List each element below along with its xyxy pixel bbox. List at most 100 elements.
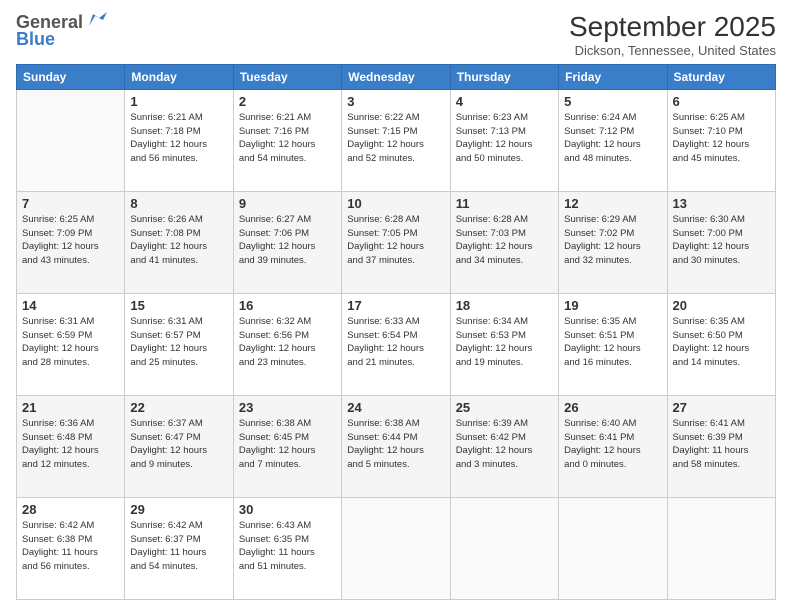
- day-number: 28: [22, 502, 119, 517]
- col-monday: Monday: [125, 64, 233, 89]
- day-info: Sunrise: 6:23 AMSunset: 7:13 PMDaylight:…: [456, 111, 553, 166]
- table-row: 18 Sunrise: 6:34 AMSunset: 6:53 PMDayligh…: [450, 293, 558, 395]
- calendar-week-row: 28 Sunrise: 6:42 AMSunset: 6:38 PMDayligh…: [17, 497, 776, 599]
- table-row: 20Sunrise: 6:35 AMSunset: 6:50 PMDayligh…: [667, 293, 775, 395]
- day-number: 27: [673, 400, 770, 415]
- day-number: 18: [456, 298, 553, 313]
- calendar-week-row: 7Sunrise: 6:25 AMSunset: 7:09 PMDaylight…: [17, 191, 776, 293]
- table-row: 12 Sunrise: 6:29 AMSunset: 7:02 PMDayligh…: [559, 191, 667, 293]
- day-info: Sunrise: 6:37 AMSunset: 6:47 PMDaylight:…: [130, 417, 227, 472]
- table-row: 27 Sunrise: 6:41 AMSunset: 6:39 PMDayligh…: [667, 395, 775, 497]
- day-number: 21: [22, 400, 119, 415]
- day-number: 4: [456, 94, 553, 109]
- table-row: [559, 497, 667, 599]
- day-number: 29: [130, 502, 227, 517]
- table-row: 16 Sunrise: 6:32 AMSunset: 6:56 PMDayligh…: [233, 293, 341, 395]
- day-info: Sunrise: 6:29 AMSunset: 7:02 PMDaylight:…: [564, 213, 661, 268]
- day-number: 1: [130, 94, 227, 109]
- table-row: 14 Sunrise: 6:31 AMSunset: 6:59 PMDayligh…: [17, 293, 125, 395]
- table-row: 13 Sunrise: 6:30 AMSunset: 7:00 PMDayligh…: [667, 191, 775, 293]
- day-info: Sunrise: 6:34 AMSunset: 6:53 PMDaylight:…: [456, 315, 553, 370]
- day-number: 11: [456, 196, 553, 211]
- day-info: Sunrise: 6:28 AMSunset: 7:05 PMDaylight:…: [347, 213, 444, 268]
- table-row: 8 Sunrise: 6:26 AMSunset: 7:08 PMDaylight…: [125, 191, 233, 293]
- day-info: Sunrise: 6:22 AMSunset: 7:15 PMDaylight:…: [347, 111, 444, 166]
- table-row: 29 Sunrise: 6:42 AMSunset: 6:37 PMDayligh…: [125, 497, 233, 599]
- day-info: Sunrise: 6:26 AMSunset: 7:08 PMDaylight:…: [130, 213, 227, 268]
- table-row: 23 Sunrise: 6:38 AMSunset: 6:45 PMDayligh…: [233, 395, 341, 497]
- table-row: 11 Sunrise: 6:28 AMSunset: 7:03 PMDayligh…: [450, 191, 558, 293]
- table-row: 26 Sunrise: 6:40 AMSunset: 6:41 PMDayligh…: [559, 395, 667, 497]
- col-sunday: Sunday: [17, 64, 125, 89]
- day-info: Sunrise: 6:40 AMSunset: 6:41 PMDaylight:…: [564, 417, 661, 472]
- col-tuesday: Tuesday: [233, 64, 341, 89]
- calendar-week-row: 14 Sunrise: 6:31 AMSunset: 6:59 PMDayligh…: [17, 293, 776, 395]
- day-number: 16: [239, 298, 336, 313]
- table-row: 19Sunrise: 6:35 AMSunset: 6:51 PMDayligh…: [559, 293, 667, 395]
- logo-bird-icon: [85, 12, 107, 30]
- table-row: 7Sunrise: 6:25 AMSunset: 7:09 PMDaylight…: [17, 191, 125, 293]
- day-number: 13: [673, 196, 770, 211]
- table-row: 17 Sunrise: 6:33 AMSunset: 6:54 PMDayligh…: [342, 293, 450, 395]
- table-row: [342, 497, 450, 599]
- day-number: 6: [673, 94, 770, 109]
- calendar-table: Sunday Monday Tuesday Wednesday Thursday…: [16, 64, 776, 600]
- location: Dickson, Tennessee, United States: [569, 43, 776, 58]
- table-row: 21 Sunrise: 6:36 AMSunset: 6:48 PMDayligh…: [17, 395, 125, 497]
- calendar-week-row: 1Sunrise: 6:21 AMSunset: 7:18 PMDaylight…: [17, 89, 776, 191]
- day-number: 5: [564, 94, 661, 109]
- col-thursday: Thursday: [450, 64, 558, 89]
- day-info: Sunrise: 6:39 AMSunset: 6:42 PMDaylight:…: [456, 417, 553, 472]
- day-number: 14: [22, 298, 119, 313]
- day-number: 26: [564, 400, 661, 415]
- calendar-week-row: 21 Sunrise: 6:36 AMSunset: 6:48 PMDayligh…: [17, 395, 776, 497]
- table-row: 1Sunrise: 6:21 AMSunset: 7:18 PMDaylight…: [125, 89, 233, 191]
- day-number: 12: [564, 196, 661, 211]
- day-info: Sunrise: 6:25 AMSunset: 7:09 PMDaylight:…: [22, 213, 119, 268]
- day-info: Sunrise: 6:31 AMSunset: 6:59 PMDaylight:…: [22, 315, 119, 370]
- day-number: 15: [130, 298, 227, 313]
- day-info: Sunrise: 6:38 AMSunset: 6:45 PMDaylight:…: [239, 417, 336, 472]
- col-wednesday: Wednesday: [342, 64, 450, 89]
- day-info: Sunrise: 6:41 AMSunset: 6:39 PMDaylight:…: [673, 417, 770, 472]
- logo-blue: Blue: [16, 29, 55, 50]
- day-number: 23: [239, 400, 336, 415]
- day-info: Sunrise: 6:33 AMSunset: 6:54 PMDaylight:…: [347, 315, 444, 370]
- col-saturday: Saturday: [667, 64, 775, 89]
- day-number: 17: [347, 298, 444, 313]
- calendar-header-row: Sunday Monday Tuesday Wednesday Thursday…: [17, 64, 776, 89]
- day-info: Sunrise: 6:24 AMSunset: 7:12 PMDaylight:…: [564, 111, 661, 166]
- day-number: 20: [673, 298, 770, 313]
- day-number: 19: [564, 298, 661, 313]
- table-row: 6Sunrise: 6:25 AMSunset: 7:10 PMDaylight…: [667, 89, 775, 191]
- day-info: Sunrise: 6:42 AMSunset: 6:38 PMDaylight:…: [22, 519, 119, 574]
- day-info: Sunrise: 6:28 AMSunset: 7:03 PMDaylight:…: [456, 213, 553, 268]
- day-number: 25: [456, 400, 553, 415]
- day-info: Sunrise: 6:31 AMSunset: 6:57 PMDaylight:…: [130, 315, 227, 370]
- day-number: 9: [239, 196, 336, 211]
- day-info: Sunrise: 6:32 AMSunset: 6:56 PMDaylight:…: [239, 315, 336, 370]
- day-info: Sunrise: 6:30 AMSunset: 7:00 PMDaylight:…: [673, 213, 770, 268]
- logo: General Blue: [16, 12, 107, 50]
- table-row: 4 Sunrise: 6:23 AMSunset: 7:13 PMDaylight…: [450, 89, 558, 191]
- day-number: 10: [347, 196, 444, 211]
- table-row: 28 Sunrise: 6:42 AMSunset: 6:38 PMDayligh…: [17, 497, 125, 599]
- title-area: September 2025 Dickson, Tennessee, Unite…: [569, 12, 776, 58]
- table-row: [17, 89, 125, 191]
- day-info: Sunrise: 6:42 AMSunset: 6:37 PMDaylight:…: [130, 519, 227, 574]
- day-number: 8: [130, 196, 227, 211]
- day-info: Sunrise: 6:43 AMSunset: 6:35 PMDaylight:…: [239, 519, 336, 574]
- col-friday: Friday: [559, 64, 667, 89]
- page: General Blue September 2025 Dickson, Ten…: [0, 0, 792, 612]
- day-number: 2: [239, 94, 336, 109]
- day-info: Sunrise: 6:21 AMSunset: 7:16 PMDaylight:…: [239, 111, 336, 166]
- day-number: 24: [347, 400, 444, 415]
- table-row: 3 Sunrise: 6:22 AMSunset: 7:15 PMDaylight…: [342, 89, 450, 191]
- day-number: 3: [347, 94, 444, 109]
- table-row: 2 Sunrise: 6:21 AMSunset: 7:16 PMDaylight…: [233, 89, 341, 191]
- day-info: Sunrise: 6:38 AMSunset: 6:44 PMDaylight:…: [347, 417, 444, 472]
- day-number: 30: [239, 502, 336, 517]
- table-row: 10 Sunrise: 6:28 AMSunset: 7:05 PMDayligh…: [342, 191, 450, 293]
- table-row: 15 Sunrise: 6:31 AMSunset: 6:57 PMDayligh…: [125, 293, 233, 395]
- day-info: Sunrise: 6:36 AMSunset: 6:48 PMDaylight:…: [22, 417, 119, 472]
